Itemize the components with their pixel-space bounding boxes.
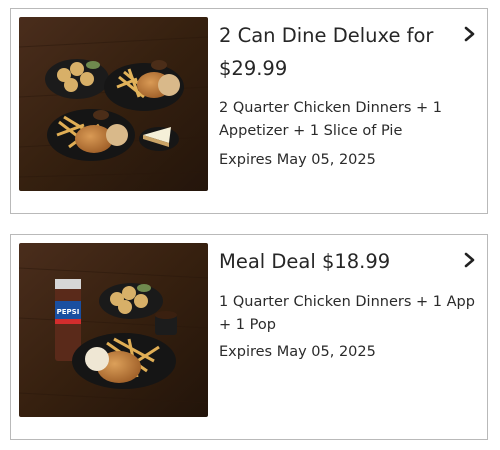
offer-description: 1 Quarter Chicken Dinners + 1 App + 1 Po… bbox=[219, 294, 475, 333]
offer-title: 2 Can Dine Deluxe for $29.99 bbox=[219, 24, 434, 80]
offer-description: 2 Quarter Chicken Dinners + 1 Appetizer … bbox=[219, 100, 442, 139]
offer-card-meal-deal[interactable]: PEPSI Meal Deal $18.99 1 Quarter Chicken… bbox=[10, 234, 488, 440]
offer-card-deluxe[interactable]: 2 Can Dine Deluxe for $29.99 2 Quarter C… bbox=[10, 8, 488, 214]
chevron-right-icon[interactable] bbox=[463, 252, 477, 268]
chevron-right-icon[interactable] bbox=[463, 26, 477, 42]
offer-image bbox=[19, 17, 208, 191]
cup-label: PEPSI bbox=[57, 308, 80, 316]
meal-photo-icon bbox=[19, 17, 208, 191]
offer-title: Meal Deal $18.99 bbox=[219, 250, 391, 273]
offer-expiry: Expires May 05, 2025 bbox=[219, 152, 376, 168]
meal-photo-icon: PEPSI bbox=[19, 243, 208, 417]
offer-image: PEPSI bbox=[19, 243, 208, 417]
offer-expiry: Expires May 05, 2025 bbox=[219, 344, 376, 360]
